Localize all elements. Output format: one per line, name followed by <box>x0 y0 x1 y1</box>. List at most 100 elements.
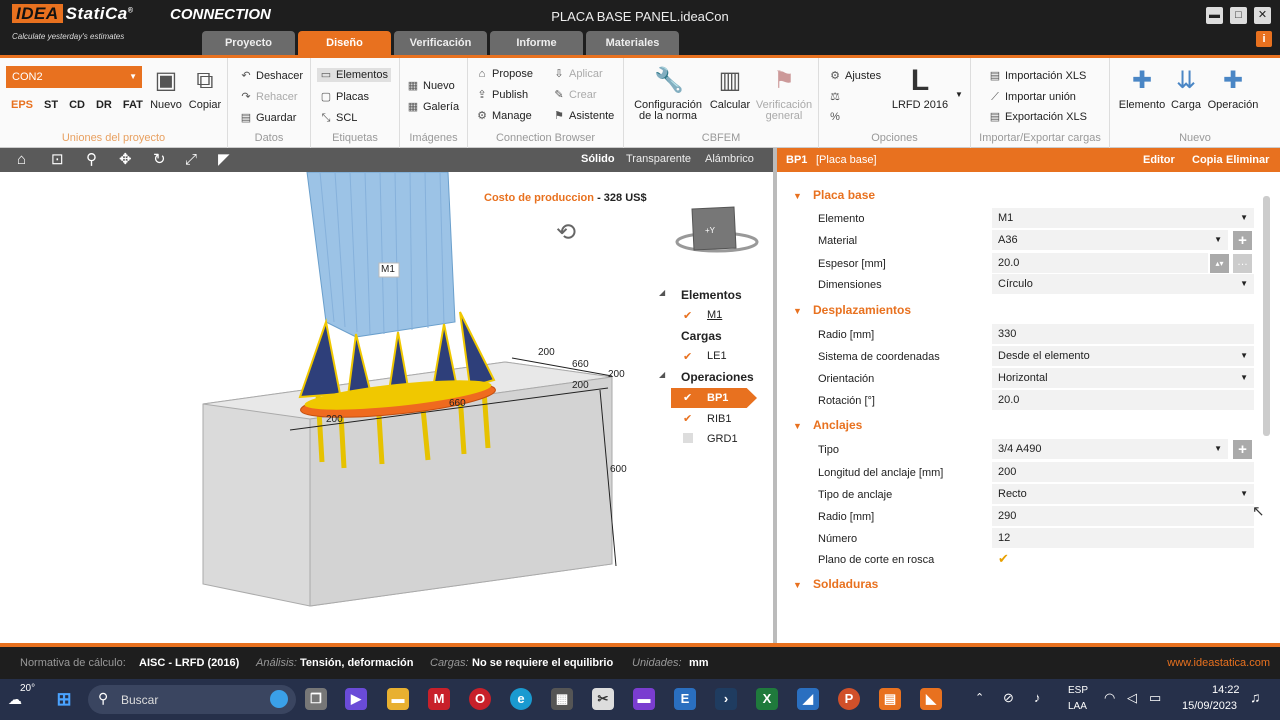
rotate-icon[interactable]: ↻ <box>153 151 166 169</box>
terminal-icon[interactable]: › <box>715 688 737 710</box>
antivirus-icon[interactable]: M <box>428 688 450 710</box>
excel-icon[interactable]: X <box>756 688 778 710</box>
shear-plane-checkbox[interactable]: ✔ <box>998 551 1009 567</box>
manage-button[interactable]: ⚙ Manage <box>476 110 532 122</box>
type-eps[interactable]: EPS <box>11 99 33 111</box>
website-link[interactable]: www.ideastatica.com <box>1167 657 1270 669</box>
properties-scrollbar[interactable] <box>1263 196 1270 436</box>
collapse-icon[interactable]: ◢ <box>659 288 665 297</box>
add-material-button[interactable]: + <box>1233 231 1252 250</box>
settings-button[interactable]: ⚙ Ajustes <box>829 70 881 82</box>
publish-button[interactable]: ⇪ Publish <box>476 89 528 101</box>
view-mode-transparent[interactable]: Transparente <box>626 153 691 165</box>
copy-button[interactable]: Copia <box>1192 154 1223 166</box>
teams-icon[interactable]: ▶ <box>345 688 367 710</box>
radius-input[interactable]: 330 <box>992 324 1254 344</box>
new-element-button[interactable]: ✚ Elemento <box>1116 66 1168 111</box>
tree-elements[interactable]: Elementos <box>681 288 742 302</box>
opera-icon[interactable]: O <box>469 688 491 710</box>
overall-check-button[interactable]: ⚑ Verificación general <box>752 66 816 122</box>
powerpoint-icon[interactable]: P <box>838 688 860 710</box>
coord-system-select[interactable]: Desde el elemento ▼ <box>992 346 1254 366</box>
zoom-icon[interactable]: ⚲ <box>86 151 97 169</box>
undo-button[interactable]: ↶ Deshacer <box>240 70 303 82</box>
propose-button[interactable]: ⌂ Propose <box>476 68 533 80</box>
check-icon[interactable]: ✔ <box>683 391 692 404</box>
section-anchors[interactable]: ▼ Anclajes <box>793 418 862 432</box>
labels-elements-button[interactable]: ▭ Elementos <box>317 68 391 82</box>
balance-button[interactable]: ⚖ <box>829 91 841 103</box>
tree-item-m1[interactable]: M1 <box>707 309 722 321</box>
model-canvas[interactable] <box>0 172 773 643</box>
more-options-icon[interactable]: … <box>1233 254 1252 273</box>
calculator-icon[interactable]: ▦ <box>551 688 573 710</box>
delete-button[interactable]: Eliminar <box>1226 154 1269 166</box>
wifi-icon[interactable]: ◠ <box>1104 690 1115 706</box>
editor-button[interactable]: Editor <box>1143 154 1175 166</box>
view-mode-wireframe[interactable]: Alámbrico <box>705 153 754 165</box>
code-dropdown-arrow[interactable]: ▼ <box>955 90 963 99</box>
new-image-button[interactable]: ▦ Nuevo <box>407 80 455 92</box>
apply-button[interactable]: ⇩ Aplicar <box>553 68 602 80</box>
connection-select[interactable]: CON2 ▼ <box>6 66 142 88</box>
anchorage-type-select[interactable]: Recto ▼ <box>992 484 1254 504</box>
tab-informe[interactable]: Informe <box>490 31 583 55</box>
code-select-button[interactable]: L LRFD 2016 <box>889 66 951 111</box>
view-cube[interactable] <box>675 206 759 253</box>
percent-button[interactable]: % <box>829 111 841 123</box>
thickness-input[interactable]: 20.0 <box>992 253 1208 273</box>
home-icon[interactable]: ⌂ <box>17 151 26 169</box>
3d-viewport[interactable]: Costo de produccion - 328 US$ ⟲ +Y M1 20… <box>0 172 773 643</box>
taskbar-search[interactable]: ⚲ Buscar <box>88 685 296 714</box>
app-icon[interactable]: ▬ <box>633 688 655 710</box>
notification-icon[interactable]: ♫ <box>1250 689 1261 705</box>
new-connection-button[interactable]: ▣ Nuevo <box>147 66 185 111</box>
new-load-button[interactable]: ⇊ Carga <box>1168 66 1204 111</box>
add-anchor-button[interactable]: + <box>1233 440 1252 459</box>
tree-item-grd1[interactable]: GRD1 <box>707 433 738 445</box>
view-mode-solid[interactable]: Sólido <box>581 153 615 165</box>
volume-icon[interactable]: ◁ <box>1127 690 1137 706</box>
tab-proyecto[interactable]: Proyecto <box>202 31 295 55</box>
chevron-up-icon[interactable]: ⌃ <box>975 691 984 704</box>
section-welds[interactable]: ▼ Soldaduras <box>793 577 878 591</box>
check-icon[interactable]: ✔ <box>683 350 692 363</box>
stepper-icon[interactable]: ▴▾ <box>1210 254 1229 273</box>
orientation-select[interactable]: Horizontal ▼ <box>992 368 1254 388</box>
language-code[interactable]: ESP <box>1068 685 1088 696</box>
keyboard-layout[interactable]: LAA <box>1068 701 1087 712</box>
new-operation-button[interactable]: ✚ Operación <box>1204 66 1262 111</box>
rotation-input[interactable]: 20.0 <box>992 390 1254 410</box>
tree-operations[interactable]: Operaciones <box>681 370 754 384</box>
start-icon[interactable]: ⊞ <box>53 688 75 710</box>
close-button[interactable]: ✕ <box>1254 7 1271 24</box>
file-explorer-icon[interactable]: ▬ <box>387 688 409 710</box>
app-icon[interactable]: ◢ <box>797 688 819 710</box>
snipping-icon[interactable]: ✂ <box>592 688 614 710</box>
save-button[interactable]: ▤ Guardar <box>240 112 297 124</box>
anchor-radius-input[interactable]: 290 <box>992 506 1254 526</box>
labels-scl-button[interactable]: ⤡ SCL <box>320 112 358 124</box>
edge-icon[interactable]: e <box>510 688 532 710</box>
network-off-icon[interactable]: ⊘ <box>1003 690 1014 706</box>
check-icon[interactable]: ✔ <box>683 412 692 425</box>
battery-icon[interactable]: ▭ <box>1149 690 1161 706</box>
anchor-length-input[interactable]: 200 <box>992 462 1254 482</box>
task-view-icon[interactable]: ❐ <box>305 688 327 710</box>
minimize-button[interactable]: ▬ <box>1206 7 1223 24</box>
zoom-area-icon[interactable]: ⊡ <box>51 151 64 169</box>
tree-item-le1[interactable]: LE1 <box>707 350 727 362</box>
create-button[interactable]: ✎ Crear <box>553 89 596 101</box>
import-joint-button[interactable]: ⟋ Importar unión <box>989 91 1076 103</box>
type-cd[interactable]: CD <box>69 99 85 111</box>
shape-select[interactable]: Círculo ▼ <box>992 274 1254 294</box>
maximize-button[interactable]: □ <box>1230 7 1247 24</box>
assistant-button[interactable]: ⚑ Asistente <box>553 110 614 122</box>
type-dr[interactable]: DR <box>96 99 112 111</box>
anchor-count-input[interactable]: 12 <box>992 528 1254 548</box>
clock-date[interactable]: 15/09/2023 <box>1182 700 1237 712</box>
clock-time[interactable]: 14:22 <box>1212 684 1240 696</box>
tab-verificacion[interactable]: Verificación <box>394 31 487 55</box>
tree-loads[interactable]: Cargas <box>681 329 722 343</box>
idea-statica-icon[interactable]: ▤ <box>879 688 901 710</box>
